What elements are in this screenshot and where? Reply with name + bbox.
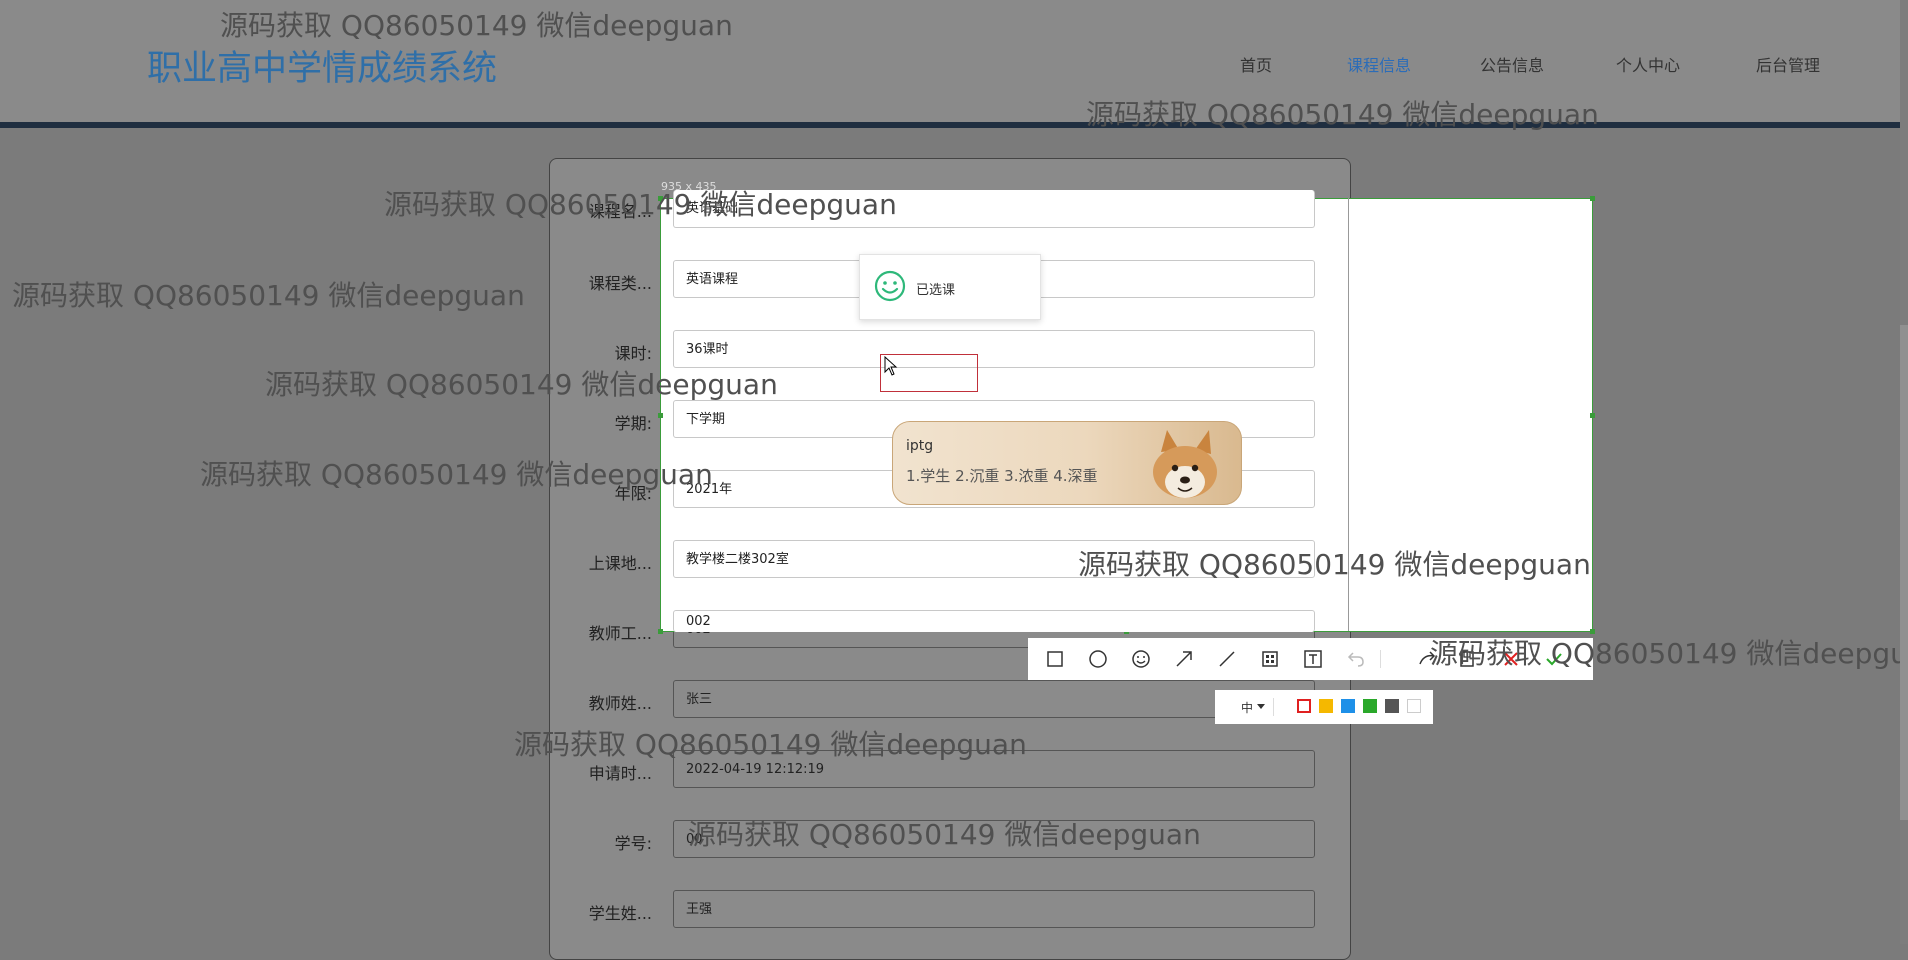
- field-label-course-type: 课程类...: [588, 274, 652, 293]
- input-student-name[interactable]: 王强: [673, 890, 1315, 928]
- undo-icon[interactable]: [1345, 648, 1367, 670]
- chevron-down-icon: [1257, 704, 1265, 709]
- watermark: 源码获取 QQ86050149 微信deepguan: [384, 188, 897, 221]
- scrollbar-thumb[interactable]: [1900, 325, 1908, 820]
- toast-message: 已选课: [859, 254, 1041, 320]
- color-swatch-gray[interactable]: [1385, 699, 1399, 713]
- ellipse-icon[interactable]: [1087, 648, 1109, 670]
- watermark: 源码获取 QQ86050149 微信deepguan: [200, 458, 713, 491]
- font-size-select[interactable]: 中: [1241, 699, 1253, 716]
- selection-handle[interactable]: [658, 629, 663, 634]
- emoji-icon[interactable]: [1130, 648, 1152, 670]
- watermark: 源码获取 QQ86050149 微信deepguan: [1086, 98, 1599, 131]
- nav-personal-center[interactable]: 个人中心: [1616, 52, 1680, 76]
- color-swatch-blue[interactable]: [1341, 699, 1355, 713]
- annotation-style-bar: 中: [1215, 690, 1433, 724]
- ime-candidates[interactable]: 1.学生 2.沉重 3.浓重 4.深重: [906, 465, 1098, 486]
- field-label-teacher-name: 教师姓...: [588, 694, 652, 713]
- nav-announcements[interactable]: 公告信息: [1480, 52, 1544, 76]
- mosaic-icon[interactable]: [1259, 648, 1281, 670]
- smile-icon: [874, 270, 906, 302]
- toolbar-separator: [1380, 650, 1381, 668]
- nav-course-info[interactable]: 课程信息: [1347, 52, 1411, 76]
- colorbar-separator: [1273, 698, 1274, 716]
- field-label-student-name: 学生姓...: [588, 904, 652, 923]
- field-label-semester: 学期:: [614, 414, 652, 433]
- arrow-icon[interactable]: [1173, 648, 1195, 670]
- watermark: 源码获取 QQ86050149 微信deepguan: [1430, 637, 1908, 670]
- ime-input-text: iptg: [906, 438, 934, 454]
- field-label-student-id: 学号:: [614, 834, 652, 853]
- watermark: 源码获取 QQ86050149 微信deepguan: [688, 818, 1201, 851]
- selection-handle[interactable]: [1590, 196, 1595, 201]
- field-label-hours: 课时:: [614, 344, 652, 363]
- site-title: 职业高中学情成绩系统: [147, 49, 498, 89]
- field-label-teacher-id: 教师工...: [588, 624, 652, 643]
- watermark: 源码获取 QQ86050149 微信deepguan: [220, 9, 733, 42]
- watermark: 源码获取 QQ86050149 微信deepguan: [1078, 548, 1591, 581]
- ime-candidate-window[interactable]: iptg 1.学生 2.沉重 3.浓重 4.深重: [892, 421, 1242, 505]
- watermark: 源码获取 QQ86050149 微信deepguan: [514, 728, 1027, 761]
- nav-home[interactable]: 首页: [1240, 52, 1272, 76]
- selection-handle[interactable]: [1590, 413, 1595, 418]
- toast-text: 已选课: [916, 283, 956, 298]
- selection-handle[interactable]: [658, 413, 663, 418]
- color-swatch-yellow[interactable]: [1319, 699, 1333, 713]
- dog-image: [1153, 430, 1217, 498]
- text-icon[interactable]: [1302, 648, 1324, 670]
- color-swatch-red[interactable]: [1297, 699, 1311, 713]
- mouse-cursor-icon: [884, 356, 898, 376]
- rectangle-icon[interactable]: [1044, 648, 1066, 670]
- color-swatch-white[interactable]: [1407, 699, 1421, 713]
- color-swatch-green[interactable]: [1363, 699, 1377, 713]
- line-icon[interactable]: [1216, 648, 1238, 670]
- watermark: 源码获取 QQ86050149 微信deepguan: [265, 368, 778, 401]
- field-label-apply-time: 申请时...: [588, 764, 652, 783]
- field-label-location: 上课地...: [588, 554, 652, 573]
- header-divider: [0, 122, 1900, 128]
- watermark: 源码获取 QQ86050149 微信deepguan: [12, 279, 525, 312]
- selected-input-teacher-id: 002: [673, 610, 1315, 632]
- nav-admin[interactable]: 后台管理: [1756, 52, 1820, 76]
